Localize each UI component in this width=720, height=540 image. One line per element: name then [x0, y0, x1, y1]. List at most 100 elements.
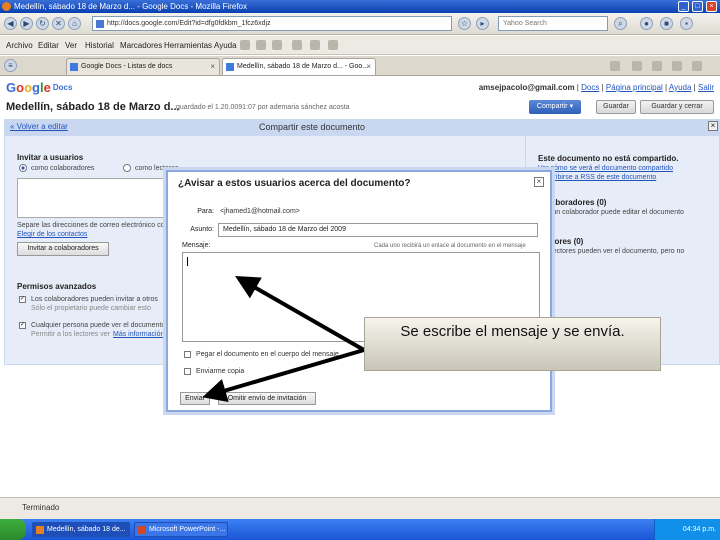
preview-shared-link[interactable]: Ver cómo se verá el documento compartido: [538, 165, 673, 172]
menu-historial[interactable]: Historial: [85, 41, 114, 50]
invite-heading: Invitar a usuarios: [17, 153, 84, 162]
skip-invitation-button[interactable]: Omitir envío de invitación: [218, 392, 316, 405]
addon-icon[interactable]: ●: [640, 17, 653, 30]
share-title: Compartir este documento: [259, 122, 366, 132]
radio-collaborators-label: como colaboradores: [31, 165, 95, 172]
firefox-icon: [36, 526, 44, 534]
go-button[interactable]: ▸: [476, 17, 489, 30]
powerpoint-icon: [138, 526, 146, 534]
tab-close-icon[interactable]: ×: [210, 59, 215, 74]
send-button[interactable]: Enviar: [180, 392, 210, 405]
save-close-button[interactable]: Guardar y cerrar: [640, 100, 714, 114]
addon-icon-3[interactable]: ▪: [680, 17, 693, 30]
more-info-link[interactable]: Más información: [113, 331, 164, 338]
search-input[interactable]: Yahoo Search: [498, 16, 608, 31]
stop-button[interactable]: ✕: [52, 17, 65, 30]
minimize-button[interactable]: _: [678, 1, 689, 12]
send-copy-label: Enviarme copia: [196, 368, 245, 375]
save-button[interactable]: Guardar: [596, 100, 636, 114]
search-icon[interactable]: ⌕: [614, 17, 627, 30]
addon-icon-2[interactable]: ■: [660, 17, 673, 30]
task-powerpoint[interactable]: Microsoft PowerPoint -...: [134, 522, 228, 537]
tab-list-icon[interactable]: ≡: [4, 59, 17, 72]
to-value: <jhamed1@hotmail.com>: [220, 208, 300, 215]
close-window-button[interactable]: ×: [706, 1, 717, 12]
instruction-callout: Se escribe el mensaje y se envía.: [364, 317, 661, 371]
subject-label: Asunto:: [190, 226, 214, 233]
invite-emails-field[interactable]: [17, 178, 167, 218]
menu-editar[interactable]: Editar: [38, 41, 59, 50]
perm-view-checkbox[interactable]: ✓: [19, 322, 26, 329]
google-docs-logo[interactable]: Google Docs: [6, 80, 72, 96]
site-favicon-icon: [96, 20, 104, 28]
share-button[interactable]: Compartir ▾: [529, 100, 581, 114]
link-help[interactable]: Ayuda: [669, 83, 692, 92]
link-signout[interactable]: Salir: [698, 83, 714, 92]
logo-letter: e: [43, 80, 51, 95]
task-firefox[interactable]: Medellín, sábado 18 de...: [32, 522, 130, 537]
url-bar[interactable]: http://docs.google.com/Edit?id=dfg0fdkbm…: [92, 16, 452, 31]
dialog-title: ¿Avisar a estos usuarios acerca del docu…: [178, 178, 411, 189]
toolbar-icon-7[interactable]: [632, 61, 642, 71]
status-text: Terminado: [22, 503, 60, 512]
tab-bar: ≡ Google Docs - Listas de docs × Medellí…: [0, 56, 720, 76]
toolbar-icon-3[interactable]: [272, 40, 282, 50]
menu-archivo[interactable]: Archivo: [6, 41, 33, 50]
advanced-heading: Permisos avanzados: [17, 282, 97, 291]
status-bar: Terminado: [0, 497, 720, 519]
home-button[interactable]: ⌂: [68, 17, 81, 30]
radio-collaborators[interactable]: [19, 164, 27, 172]
taskbar: Medellín, sábado 18 de... Microsoft Powe…: [0, 519, 720, 540]
tab-document[interactable]: Medellín, sábado 18 de Marzo d... - Goo.…: [222, 58, 376, 75]
reload-button[interactable]: ↻: [36, 17, 49, 30]
menu-ayuda[interactable]: Ayuda: [214, 41, 237, 50]
clock[interactable]: 04:34 p.m.: [683, 526, 716, 533]
contacts-link[interactable]: Elegir de los contactos: [17, 231, 87, 238]
back-to-edit-link[interactable]: « Volver a editar: [10, 122, 68, 131]
share-close-icon[interactable]: ×: [708, 121, 718, 131]
text-caret: [187, 257, 188, 266]
perm-invite-checkbox[interactable]: ✓: [19, 296, 26, 303]
perm-invite-sub: Sólo el propietario puede cambiar esto: [31, 305, 151, 312]
toolbar-icon-6[interactable]: [328, 40, 338, 50]
bookmark-star-icon[interactable]: ☆: [458, 17, 471, 30]
forward-button[interactable]: ▶: [20, 17, 33, 30]
link-docs[interactable]: Docs: [581, 83, 599, 92]
back-button[interactable]: ◀: [4, 17, 17, 30]
docs-favicon-icon: [70, 63, 78, 71]
rss-icon[interactable]: [610, 61, 620, 71]
to-label: Para:: [197, 208, 214, 215]
viewers-text: Los lectores pueden ver el documento, pe…: [538, 248, 685, 255]
menu-herramientas[interactable]: Herramientas: [164, 41, 212, 50]
rss-link[interactable]: Suscribirse a RSS de este documento: [538, 174, 656, 181]
task-label: Medellín, sábado 18 de...: [47, 526, 126, 533]
toolbar-icon-2[interactable]: [256, 40, 266, 50]
toolbar-icon-4[interactable]: [292, 40, 302, 50]
radio-viewers[interactable]: [123, 164, 131, 172]
dialog-close-icon[interactable]: ×: [534, 177, 544, 187]
menu-ver[interactable]: Ver: [65, 41, 77, 50]
subject-input[interactable]: Medellín, sábado 18 de Marzo del 2009: [218, 223, 538, 237]
toolbar-icon-9[interactable]: [692, 61, 702, 71]
invite-collaborators-button[interactable]: Invitar a colaboradores: [17, 242, 109, 256]
toolbar-icon-1[interactable]: [240, 40, 250, 50]
maximize-button[interactable]: □: [692, 1, 703, 12]
firefox-icon: [2, 2, 11, 11]
search-placeholder: Yahoo Search: [503, 20, 547, 27]
saved-info: guardado el 1.20.0091:07 por ademaria sá…: [176, 104, 350, 111]
logo-letter: o: [24, 80, 33, 95]
start-button[interactable]: [0, 519, 26, 540]
send-copy-checkbox[interactable]: [184, 368, 191, 375]
paste-doc-checkbox[interactable]: [184, 351, 191, 358]
docs-favicon-icon: [226, 63, 234, 71]
url-text: http://docs.google.com/Edit?id=dfg0fdkbm…: [107, 20, 271, 27]
share-header: « Volver a editar Compartir este documen…: [4, 119, 720, 135]
print-icon-2[interactable]: [672, 61, 682, 71]
link-home[interactable]: Página principal: [606, 83, 663, 92]
tab-docs-list[interactable]: Google Docs - Listas de docs ×: [66, 58, 220, 75]
document-title[interactable]: Medellín, sábado 18 de Marzo d...: [6, 101, 180, 113]
tab-close-icon[interactable]: ×: [366, 59, 371, 74]
menu-marcadores[interactable]: Marcadores: [120, 41, 162, 50]
toolbar-icon-8[interactable]: [652, 61, 662, 71]
print-icon[interactable]: [310, 40, 320, 50]
